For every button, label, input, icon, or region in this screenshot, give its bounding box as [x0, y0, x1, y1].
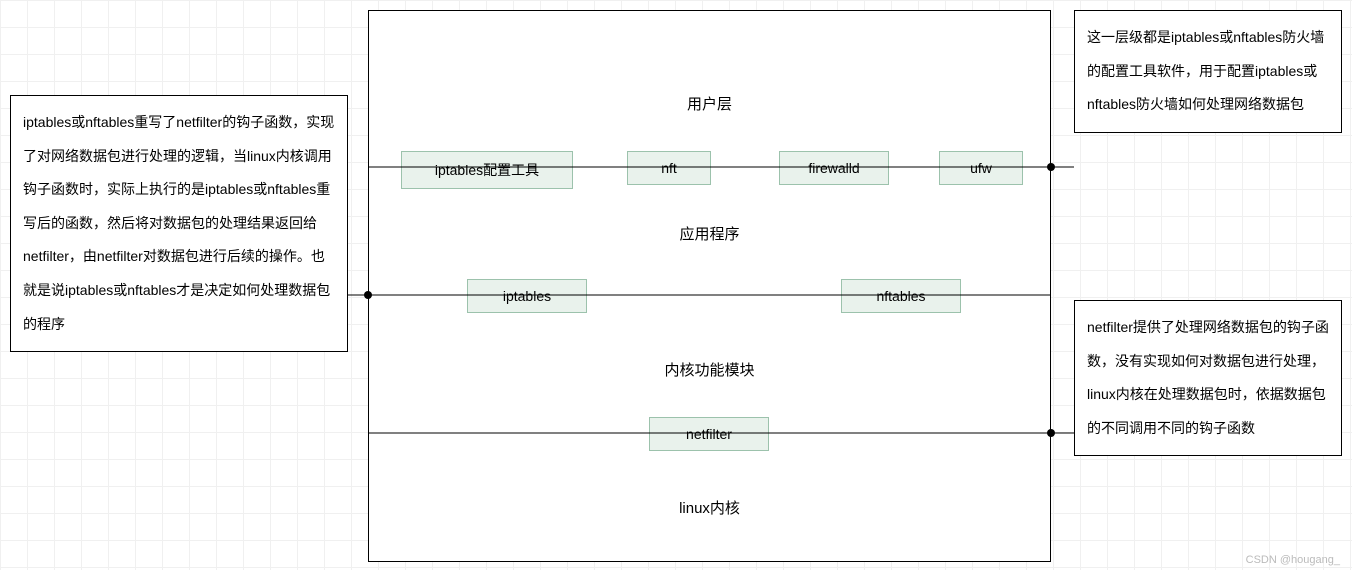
architecture-container: 用户层 应用程序 内核功能模块 linux内核 iptables配置工具 nft… — [368, 10, 1051, 562]
note-left: iptables或nftables重写了netfilter的钩子函数，实现了对网… — [10, 95, 348, 352]
node-ufw: ufw — [939, 151, 1023, 185]
layer-user: 用户层 — [369, 93, 1050, 114]
node-iptables: iptables — [467, 279, 587, 313]
watermark: CSDN @hougang_ — [1246, 554, 1340, 566]
layer-kernel: linux内核 — [369, 497, 1050, 518]
node-nft: nft — [627, 151, 711, 185]
layer-kernel-module: 内核功能模块 — [369, 359, 1050, 380]
note-bottom-right: netfilter提供了处理网络数据包的钩子函数，没有实现如何对数据包进行处理，… — [1074, 300, 1342, 456]
node-netfilter: netfilter — [649, 417, 769, 451]
node-iptables-config-tool: iptables配置工具 — [401, 151, 573, 189]
node-firewalld: firewalld — [779, 151, 889, 185]
layer-app: 应用程序 — [369, 223, 1050, 244]
node-nftables: nftables — [841, 279, 961, 313]
note-top-right: 这一层级都是iptables或nftables防火墙的配置工具软件，用于配置ip… — [1074, 10, 1342, 133]
